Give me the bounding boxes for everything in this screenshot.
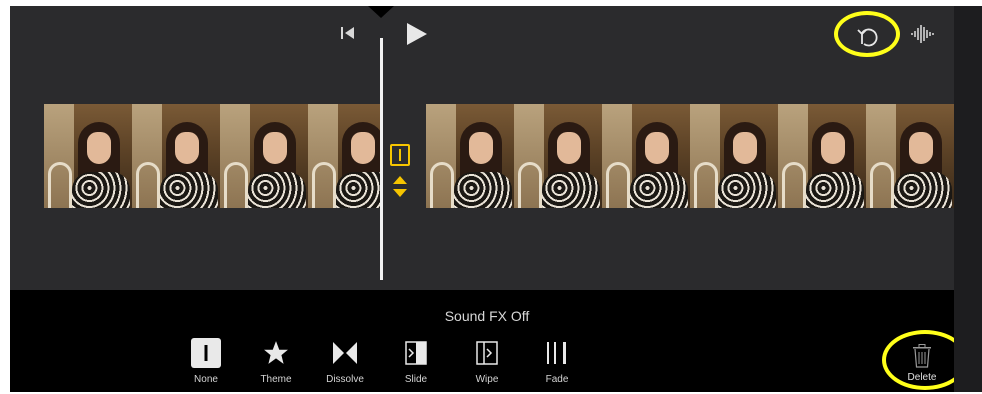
undo-button[interactable]: [846, 18, 890, 54]
clip-frame: [426, 104, 514, 208]
transition-dissolve-label: Dissolve: [326, 374, 364, 385]
playhead-marker: [368, 6, 394, 18]
transition-wipe-button[interactable]: Wipe: [457, 338, 517, 392]
transition-indicator-icon: [399, 149, 401, 161]
clip-frame: [690, 104, 778, 208]
clip-frame: [220, 104, 308, 208]
transitions-panel: Sound FX Off None Theme Dissolve Slide W…: [10, 290, 954, 392]
playhead-line[interactable]: [380, 38, 383, 280]
transition-fade-label: Fade: [545, 374, 569, 385]
fade-icon: [547, 342, 566, 364]
clip-frame: [866, 104, 954, 208]
sound-fx-status[interactable]: Sound FX Off: [10, 308, 954, 324]
skip-to-start-icon: [341, 27, 354, 39]
dissolve-icon: [333, 342, 357, 364]
delete-button[interactable]: Delete: [898, 344, 946, 390]
skip-to-start-button[interactable]: [336, 22, 360, 44]
transition-slide-button[interactable]: Slide: [386, 338, 446, 392]
clip-frame: [132, 104, 220, 208]
video-clip-left[interactable]: [44, 104, 380, 208]
transition-indicator-button[interactable]: [390, 144, 410, 166]
up-down-arrows-icon[interactable]: [393, 176, 407, 198]
clip-frame: [44, 104, 132, 208]
video-clip-right[interactable]: [426, 104, 954, 208]
clip-frame: [778, 104, 866, 208]
transition-none-button[interactable]: None: [176, 338, 236, 392]
audio-waveform-icon: [911, 25, 934, 43]
trash-icon: [913, 344, 931, 368]
transition-slide-label: Slide: [404, 374, 428, 385]
undo-icon: [857, 28, 878, 47]
imovie-editor: Sound FX Off None Theme Dissolve Slide W…: [10, 6, 954, 392]
wipe-icon: [476, 341, 498, 365]
transition-none-label: None: [194, 374, 218, 385]
background-window-edge: [954, 6, 982, 392]
delete-label: Delete: [907, 372, 937, 383]
star-icon: [264, 341, 288, 364]
audio-waveform-button[interactable]: [908, 20, 938, 48]
slide-icon: [405, 341, 427, 365]
transition-theme-button[interactable]: Theme: [246, 338, 306, 392]
transition-dissolve-button[interactable]: Dissolve: [315, 338, 375, 392]
play-icon: [407, 23, 427, 45]
transition-theme-label: Theme: [260, 374, 292, 385]
transition-fade-button[interactable]: Fade: [527, 338, 587, 392]
transition-wipe-label: Wipe: [475, 374, 499, 385]
clip-frame: [308, 104, 380, 208]
play-button[interactable]: [402, 20, 430, 48]
clip-frame: [514, 104, 602, 208]
clip-frame: [602, 104, 690, 208]
none-transition-icon: [191, 338, 221, 368]
